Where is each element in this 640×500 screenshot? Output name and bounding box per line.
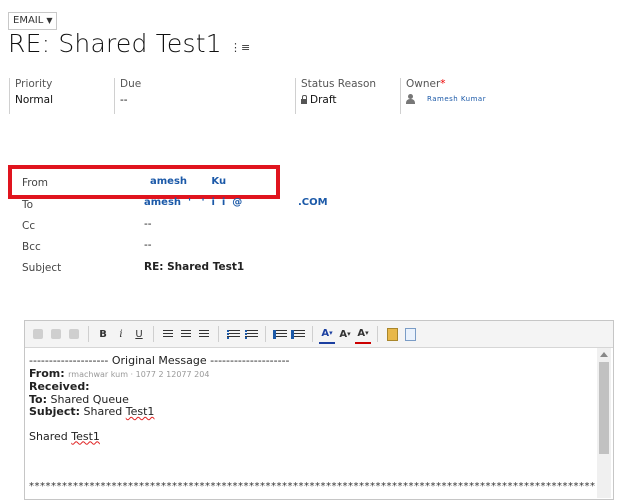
priority-value: Normal bbox=[15, 94, 53, 106]
align-center-icon[interactable] bbox=[178, 325, 194, 343]
font-size-button[interactable]: A ▾ bbox=[337, 325, 353, 343]
editor-content[interactable]: -------------------- Original Message --… bbox=[29, 354, 595, 443]
owner-link[interactable]: Ramesh Kumar bbox=[427, 95, 486, 103]
decrease-indent-icon[interactable] bbox=[272, 325, 288, 343]
quoted-subject-label: Subject: bbox=[29, 405, 81, 418]
bullet-list-icon[interactable] bbox=[243, 325, 259, 343]
due-field[interactable]: Due -- bbox=[114, 78, 290, 114]
bcc-label: Bcc bbox=[22, 241, 41, 253]
font-size-label: A bbox=[339, 328, 348, 340]
editor-scrollbar[interactable] bbox=[597, 348, 611, 498]
chevron-down-icon: ▾ bbox=[347, 330, 351, 338]
quoted-to-label: To: bbox=[29, 392, 47, 406]
insert-document-icon[interactable] bbox=[402, 325, 418, 343]
cut-icon[interactable] bbox=[30, 325, 46, 343]
owner-field[interactable]: Owner* Ramesh Kumar bbox=[400, 78, 556, 114]
toolbar-divider bbox=[312, 326, 313, 342]
editor-toolbar: B i U A ▾ A ▾ A ▾ bbox=[25, 321, 613, 348]
quoted-subject-value: Shared bbox=[80, 405, 126, 418]
priority-field[interactable]: Priority Normal bbox=[9, 78, 115, 114]
align-left-icon[interactable] bbox=[160, 325, 176, 343]
font-color-button[interactable]: A ▾ bbox=[355, 324, 371, 344]
scroll-up-icon[interactable] bbox=[600, 352, 608, 357]
separator-line: ****************************************… bbox=[29, 481, 595, 492]
status-reason-label: Status Reason bbox=[301, 78, 377, 90]
copy-icon[interactable] bbox=[48, 325, 64, 343]
toolbar-divider bbox=[377, 326, 378, 342]
page-title: RE: Shared Test1 bbox=[8, 29, 222, 58]
underline-button[interactable]: U bbox=[131, 325, 147, 343]
cc-value[interactable]: -- bbox=[144, 218, 152, 230]
required-indicator: * bbox=[440, 78, 446, 90]
toolbar-divider bbox=[265, 326, 266, 342]
increase-indent-icon[interactable] bbox=[290, 325, 306, 343]
quoted-from-value: rmachwar kum · 1077 2 12077 204 bbox=[68, 369, 210, 379]
to-label: To bbox=[22, 199, 34, 211]
bcc-value[interactable]: -- bbox=[144, 239, 152, 251]
scrollbar-thumb[interactable] bbox=[599, 362, 609, 454]
to-value[interactable]: amesh ' ' i i @ .COM bbox=[144, 197, 328, 208]
toolbar-divider bbox=[218, 326, 219, 342]
cc-label: Cc bbox=[22, 220, 36, 232]
title-menu-icon[interactable]: ⋮≡ bbox=[230, 41, 250, 54]
priority-label: Priority bbox=[15, 78, 53, 90]
quoted-to-value: Shared Queue bbox=[47, 392, 129, 406]
subject-label: Subject bbox=[22, 262, 62, 274]
entity-type-label: EMAIL bbox=[13, 15, 44, 26]
owner-label: Owner bbox=[406, 78, 441, 90]
original-message-divider: -------------------- Original Message --… bbox=[29, 354, 290, 367]
align-right-icon[interactable] bbox=[196, 325, 212, 343]
quoted-subject-value-misspelled: Test1 bbox=[125, 405, 155, 418]
entity-type-selector[interactable]: EMAIL ▼ bbox=[8, 12, 58, 30]
from-field[interactable]: amesh Ku bbox=[150, 175, 226, 187]
email-body-editor[interactable]: B i U A ▾ A ▾ A ▾ -------------------- O… bbox=[24, 320, 614, 500]
toolbar-divider bbox=[88, 326, 89, 342]
subject-value[interactable]: RE: Shared Test1 bbox=[144, 261, 244, 273]
user-icon bbox=[406, 94, 416, 104]
from-highlight-box bbox=[8, 165, 280, 199]
insert-image-icon[interactable] bbox=[384, 325, 400, 343]
due-value: -- bbox=[120, 94, 128, 106]
to-field[interactable]: amesh ' ' i i @ .COM bbox=[144, 196, 328, 208]
numbered-list-icon[interactable] bbox=[225, 325, 241, 343]
due-label: Due bbox=[120, 78, 142, 90]
from-label: From bbox=[22, 177, 49, 189]
italic-button[interactable]: i bbox=[113, 325, 129, 343]
chevron-down-icon: ▼ bbox=[46, 16, 53, 25]
highlight-color-label: A bbox=[321, 327, 330, 339]
body-text: Shared bbox=[29, 429, 72, 443]
paste-icon[interactable] bbox=[66, 325, 82, 343]
quoted-from-label: From: bbox=[29, 366, 65, 380]
bold-button[interactable]: B bbox=[95, 325, 111, 343]
lock-icon bbox=[301, 94, 307, 104]
chevron-down-icon: ▾ bbox=[365, 329, 369, 337]
body-text-misspelled: Test1 bbox=[71, 429, 100, 443]
highlight-color-button[interactable]: A ▾ bbox=[319, 324, 335, 344]
status-reason-value: Draft bbox=[310, 94, 337, 106]
status-reason-field[interactable]: Status Reason Draft bbox=[295, 78, 401, 114]
font-color-label: A bbox=[357, 327, 366, 339]
chevron-down-icon: ▾ bbox=[329, 329, 333, 337]
toolbar-divider bbox=[153, 326, 154, 342]
from-value[interactable]: amesh Ku bbox=[150, 176, 226, 187]
